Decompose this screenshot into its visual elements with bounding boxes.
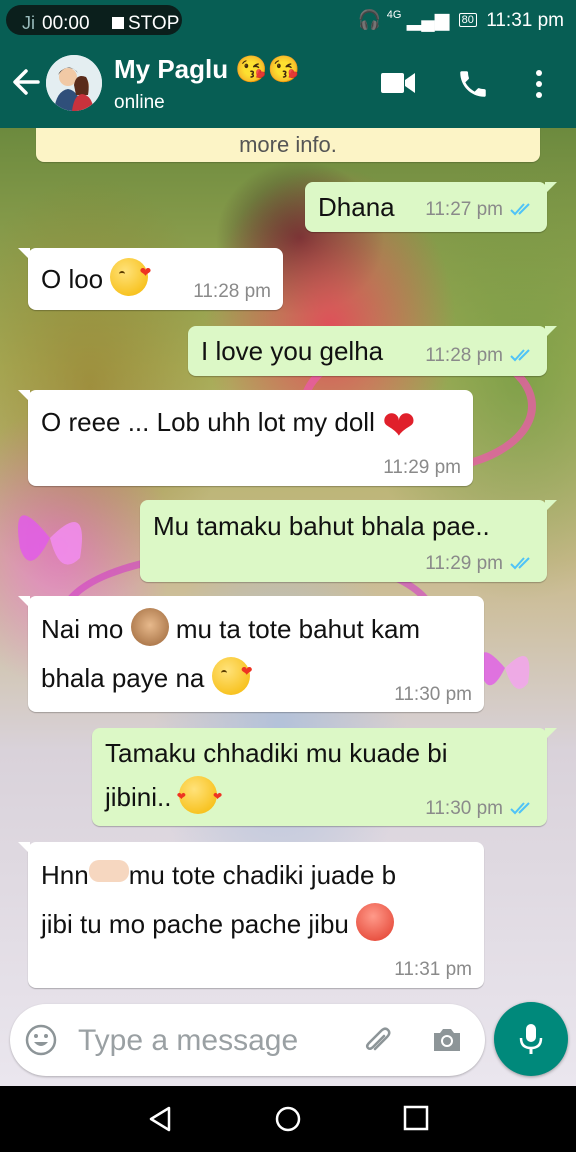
status-bar: Ji 00:00 STOP 🎧 4G ▂▄▆ 80 11:31 pm — [0, 0, 576, 40]
battery-icon: 80 — [458, 13, 477, 27]
message-meta: 11:29 pm — [425, 553, 535, 575]
message-bubble-outgoing[interactable]: I love you gelha 11:28 pm — [188, 326, 557, 376]
square-recents-icon[interactable] — [403, 1105, 429, 1131]
message-meta: 11:28 pm — [425, 345, 535, 367]
read-ticks-icon — [510, 349, 530, 362]
more-options-icon[interactable] — [532, 68, 546, 100]
read-ticks-icon — [510, 203, 530, 216]
recorder-prefix: Ji — [22, 13, 35, 33]
status-icons: 🎧 4G ▂▄▆ 80 11:31 pm — [358, 8, 564, 32]
message-text: I love you gelha — [201, 336, 384, 366]
hot-face-emoji — [356, 903, 395, 941]
chat-background: more info. Dhana 11:27 pm O loo 11:28 pm… — [0, 128, 576, 1086]
info-banner-text: more info. — [239, 132, 337, 157]
bubble-tail — [18, 596, 30, 608]
message-text-line1: Hnn mu tote chadiki juade b — [41, 860, 397, 890]
message-time: 11:30 pm — [394, 684, 472, 705]
paperclip-icon[interactable] — [360, 1024, 394, 1058]
screen-recorder-pill[interactable]: Ji 00:00 STOP — [6, 5, 182, 35]
signal-icon: ▂▄▆ — [406, 10, 450, 31]
message-time: 11:28 pm — [193, 281, 271, 302]
emoji-icon[interactable] — [24, 1023, 58, 1057]
message-text-line1: Tamaku chhadiki mu kuade bi — [105, 738, 448, 768]
butterfly-icon — [18, 515, 82, 565]
bubble-tail — [18, 248, 30, 260]
message-text: O loo — [41, 247, 151, 304]
message-text: Dhana — [318, 192, 395, 222]
message-text-line2: bhala paye na — [41, 646, 253, 703]
message-bubble-incoming[interactable]: O reee ... Lob uhh lot my doll ❤ 11:29 p… — [18, 390, 473, 486]
system-nav-bar — [0, 1086, 576, 1152]
message-bubble-incoming[interactable]: O loo 11:28 pm — [18, 247, 283, 310]
message-text: O reee ... Lob uhh lot my doll ❤ — [41, 397, 426, 447]
mic-icon — [519, 1024, 543, 1054]
red-heart-emoji: ❤ — [382, 404, 416, 448]
camera-icon[interactable] — [430, 1024, 464, 1056]
message-input[interactable]: Type a message — [78, 1024, 298, 1058]
message-time: 11:29 pm — [383, 457, 461, 478]
bubble-tail — [18, 842, 30, 854]
message-text-line1: Nai mo mu ta tote bahut kam — [41, 604, 420, 654]
read-ticks-icon — [510, 802, 530, 815]
message-bubble-outgoing[interactable]: Tamaku chhadiki mu kuade bi jibini.. 11:… — [92, 728, 557, 826]
read-ticks-icon — [510, 557, 530, 570]
message-bubble-outgoing[interactable]: Mu tamaku bahut bhala pae.. 11:29 pm — [140, 500, 557, 582]
stop-icon — [112, 17, 124, 29]
message-composer[interactable]: Type a message — [10, 1004, 485, 1076]
video-call-icon[interactable] — [380, 70, 416, 96]
kissing-face-emoji — [211, 646, 253, 696]
stop-recording-button[interactable]: STOP — [128, 13, 179, 35]
back-arrow-icon[interactable] — [10, 64, 42, 100]
clock: 11:31 pm — [486, 10, 564, 31]
chat-header: My Paglu 😘😘 online — [0, 40, 576, 128]
bubble-tail — [545, 326, 557, 338]
message-text-line2: jibini.. — [105, 772, 235, 822]
message-bubble-incoming[interactable]: Nai mo mu ta tote bahut kam bhala paye n… — [18, 596, 484, 712]
contact-avatar[interactable] — [46, 55, 102, 111]
bubble-tail — [545, 728, 557, 740]
message-time: 11:31 pm — [394, 959, 472, 980]
kissing-face-emoji — [110, 247, 151, 297]
triangle-back-icon[interactable] — [146, 1105, 174, 1133]
message-bubble-outgoing[interactable]: Dhana 11:27 pm — [305, 182, 557, 232]
message-time: 11:28 pm — [425, 345, 503, 366]
mic-button[interactable] — [494, 1002, 568, 1076]
bubble-tail — [545, 182, 557, 194]
message-text: Mu tamaku bahut bhala pae.. — [153, 511, 490, 541]
message-time: 11:30 pm — [425, 798, 503, 819]
smiling-face-with-hearts-emoji — [177, 772, 235, 822]
network-type: 4G — [386, 9, 402, 21]
encryption-info-banner[interactable]: more info. — [36, 128, 540, 162]
circle-home-icon[interactable] — [274, 1105, 302, 1133]
message-bubble-incoming[interactable]: Hnn mu tote chadiki juade b jibi tu mo pa… — [18, 842, 484, 988]
message-time: 11:29 pm — [425, 553, 503, 574]
bubble-tail — [545, 500, 557, 512]
contact-status: online — [114, 92, 165, 113]
recording-timer: 00:00 — [42, 13, 90, 34]
message-meta: 11:30 pm — [425, 798, 535, 820]
voice-call-icon[interactable] — [456, 67, 490, 101]
see-no-evil-monkey-emoji — [130, 608, 169, 646]
contact-name[interactable]: My Paglu 😘😘 — [114, 54, 300, 85]
message-text-line2: jibi tu mo pache pache jibu — [41, 899, 395, 949]
bubble-tail — [18, 390, 30, 402]
headset-icon: 🎧 — [357, 10, 382, 31]
message-time: 11:27 pm — [425, 199, 503, 220]
pointing-right-emoji — [88, 860, 129, 882]
message-meta: 11:27 pm — [425, 199, 535, 221]
